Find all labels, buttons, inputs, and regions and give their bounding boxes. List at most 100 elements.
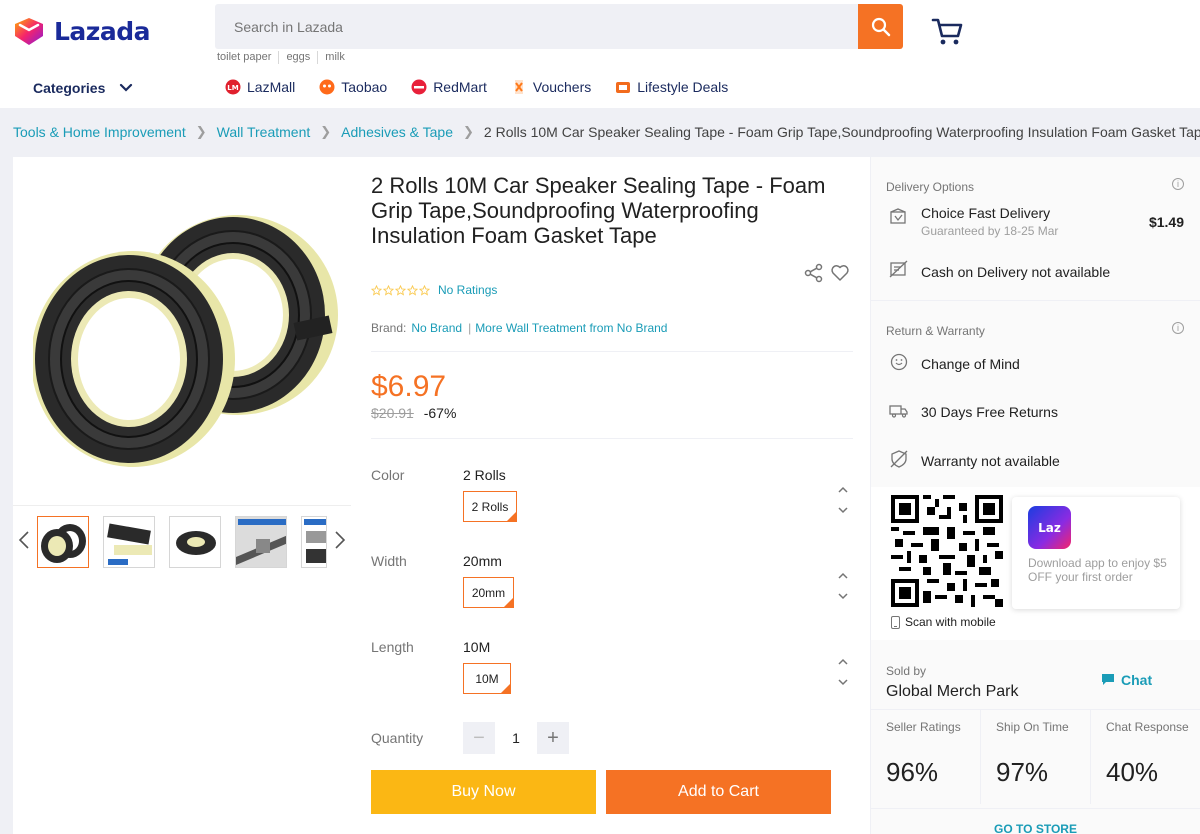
quantity-input[interactable] <box>495 722 537 754</box>
free-returns-icon <box>889 405 908 418</box>
suggestion-link[interactable]: toilet paper <box>217 51 280 64</box>
quantity-increase-button[interactable]: + <box>537 722 569 754</box>
warranty-item-free-returns: 30 Days Free Returns <box>921 404 1058 420</box>
seller-name[interactable]: Global Merch Park <box>886 683 1019 701</box>
categories-label: Categories <box>33 80 106 96</box>
metric-value: 97% <box>996 757 1049 787</box>
option-chip-width[interactable]: 20mm <box>463 577 514 608</box>
taobao-icon <box>319 79 335 95</box>
option-label-width: Width <box>371 553 407 569</box>
lazada-logo[interactable]: Lazada <box>12 14 151 48</box>
app-promo-card[interactable]: Laz Download app to enjoy $5 OFF your fi… <box>1012 497 1180 609</box>
chevron-right-icon[interactable] <box>334 530 346 550</box>
lazada-heart-icon <box>15 18 43 45</box>
current-price: $6.97 <box>371 370 447 403</box>
metric-label: Ship On Time <box>996 720 1069 734</box>
chevron-down-icon[interactable] <box>837 592 849 600</box>
nav-vouchers[interactable]: Vouchers <box>511 79 591 95</box>
chevron-down-icon[interactable] <box>837 506 849 514</box>
product-thumbnail[interactable] <box>301 516 327 568</box>
app-promo-text: Download app to enjoy $5 OFF your first … <box>1028 556 1167 584</box>
share-icon[interactable] <box>804 263 824 283</box>
redmart-icon <box>411 79 427 95</box>
chat-button[interactable]: Chat <box>1101 672 1152 688</box>
section-divider <box>871 300 1200 301</box>
metric-label: Chat Response <box>1106 720 1189 734</box>
quantity-label: Quantity <box>371 730 424 746</box>
nav-label: Vouchers <box>532 79 592 95</box>
chevron-down-icon[interactable] <box>837 678 849 686</box>
add-to-cart-button[interactable]: Add to Cart <box>606 770 831 814</box>
search-input[interactable] <box>215 4 858 49</box>
option-chip-color[interactable]: 2 Rolls <box>463 491 517 522</box>
breadcrumb-chevron-icon: ❯ <box>320 124 332 139</box>
scan-text-label: Scan with mobile <box>905 615 996 629</box>
app-download-section: Scan with mobile Laz Download app to enj… <box>871 487 1200 640</box>
rating-stars <box>371 284 430 296</box>
breadcrumb-link[interactable]: Wall Treatment <box>217 124 311 140</box>
nav-redmart[interactable]: RedMart <box>411 79 487 95</box>
chevron-up-icon[interactable] <box>837 486 849 494</box>
categories-menu[interactable]: Categories <box>33 80 133 96</box>
breadcrumb-link[interactable]: Adhesives & Tape <box>341 124 453 140</box>
top-nav: LM LazMall Taobao RedMart Vouchers Lifes… <box>225 79 752 95</box>
suggestion-link[interactable]: milk <box>318 51 352 64</box>
star-icon <box>407 284 418 296</box>
option-scroll-length[interactable] <box>837 658 849 686</box>
go-to-store-link[interactable]: GO TO STORE <box>871 808 1200 834</box>
product-thumbnail[interactable] <box>103 516 155 568</box>
seller-section: Sold by Global Merch Park Chat Seller Ra… <box>871 646 1200 834</box>
chevron-up-icon[interactable] <box>837 658 849 666</box>
option-scroll-color[interactable] <box>837 486 849 514</box>
option-label-color: Color <box>371 467 405 483</box>
suggestion-link[interactable]: eggs <box>279 51 319 64</box>
star-icon <box>383 284 394 296</box>
qr-code[interactable] <box>891 495 1003 607</box>
original-price-row: $20.91 -67% <box>371 405 853 421</box>
option-chip-label: 10M <box>475 671 499 686</box>
warranty-item-none: Warranty not available <box>921 453 1060 469</box>
quantity-decrease-button[interactable]: − <box>463 722 495 754</box>
option-chip-label: 20mm <box>471 585 506 600</box>
info-icon[interactable]: i <box>1172 178 1184 190</box>
cart-button[interactable] <box>930 14 964 48</box>
product-thumbnail[interactable] <box>37 516 89 568</box>
ratings-link[interactable]: No Ratings <box>438 283 497 297</box>
heart-icon[interactable] <box>830 263 850 283</box>
metric-value: 96% <box>886 757 939 787</box>
lazada-wordmark: Lazada <box>54 16 151 46</box>
product-main-image[interactable] <box>33 187 343 507</box>
cod-status: Cash on Delivery not available <box>921 264 1111 280</box>
option-value-length: 10M <box>463 639 491 655</box>
chevron-down-icon <box>120 83 133 92</box>
more-from-brand-link[interactable]: More Wall Treatment from No Brand <box>475 321 667 335</box>
delivery-heading: Delivery Options <box>886 180 975 194</box>
search-button[interactable] <box>858 4 903 49</box>
chevron-up-icon[interactable] <box>837 572 849 580</box>
breadcrumb-link[interactable]: Tools & Home Improvement <box>13 124 186 140</box>
info-icon[interactable]: i <box>1172 322 1184 334</box>
warranty-unavailable-icon <box>890 450 908 468</box>
metric-chat-response: Chat Response 40% <box>1091 710 1200 804</box>
nav-taobao[interactable]: Taobao <box>319 79 387 95</box>
breadcrumb-chevron-icon: ❯ <box>463 124 474 139</box>
fast-delivery-title: Choice Fast Delivery <box>921 205 1051 221</box>
price-block: $6.97 $20.91 -67% <box>371 369 853 439</box>
buy-now-button[interactable]: Buy Now <box>371 770 596 814</box>
option-chip-length[interactable]: 10M <box>463 663 511 694</box>
brand-link[interactable]: No Brand <box>411 321 462 335</box>
option-scroll-width[interactable] <box>837 572 849 600</box>
lazmall-icon: LM <box>225 79 241 95</box>
option-label-length: Length <box>371 639 414 655</box>
cart-icon <box>931 18 963 45</box>
product-thumbnail[interactable] <box>169 516 221 568</box>
mobile-icon <box>891 615 900 629</box>
chevron-left-icon[interactable] <box>18 530 30 550</box>
product-thumbnail[interactable] <box>235 516 287 568</box>
cash-unavailable-icon <box>889 260 908 278</box>
breadcrumb: Tools & Home Improvement ❯ Wall Treatmen… <box>13 124 1200 140</box>
search-suggestions: toilet paper eggs milk <box>217 51 352 64</box>
nav-lazmall[interactable]: LM LazMall <box>225 79 295 95</box>
chat-label: Chat <box>1121 672 1153 688</box>
nav-lifestyle-deals[interactable]: Lifestyle Deals <box>615 79 728 95</box>
